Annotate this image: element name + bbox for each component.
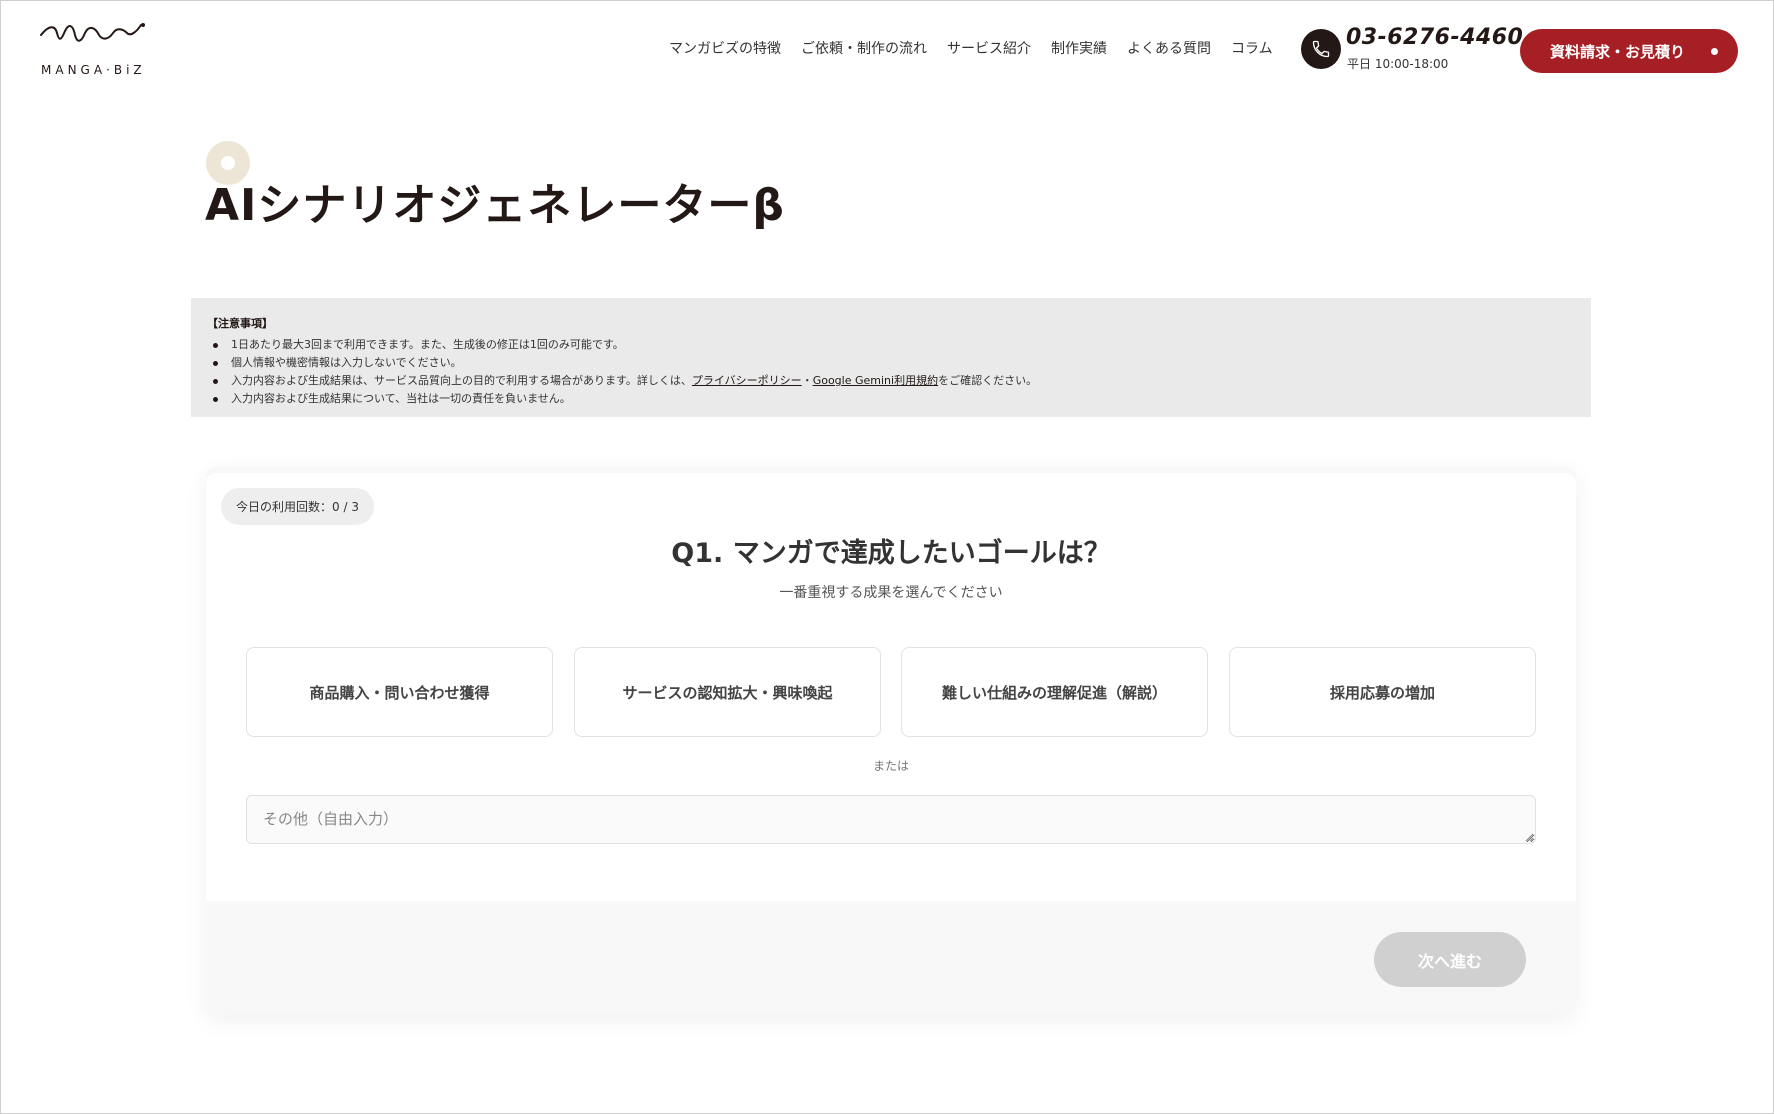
nav-faq[interactable]: よくある質問 — [1117, 38, 1221, 58]
main-nav: マンガビズの特徴 ご依頼・制作の流れ サービス紹介 制作実績 よくある質問 コラ… — [659, 38, 1283, 58]
notice-item: 入力内容および生成結果について、当社は一切の責任を負いません。 — [207, 390, 1575, 408]
notice-item: 1日あたり最大3回まで利用できます。また、生成後の修正は1回のみ可能です。 — [207, 336, 1575, 354]
site-header: MANGA·BiZ マンガビズの特徴 ご依頼・制作の流れ サービス紹介 制作実績… — [1, 1, 1773, 101]
nav-services[interactable]: サービス紹介 — [937, 38, 1041, 58]
option-awareness[interactable]: サービスの認知拡大・興味喚起 — [574, 647, 881, 737]
usage-count-badge: 今日の利用回数：0 / 3 — [221, 488, 374, 525]
notice-item: 個人情報や機密情報は入力しないでください。 — [207, 354, 1575, 372]
notice-item-privacy: 入力内容および生成結果は、サービス品質向上の目的で利用する場合があります。詳しく… — [207, 372, 1575, 390]
free-text-input[interactable] — [246, 795, 1536, 844]
question-title: Q1. マンガで達成したいゴールは？ — [671, 538, 1111, 569]
gemini-terms-link[interactable]: Google Gemini利用規約 — [813, 374, 938, 387]
nav-column[interactable]: コラム — [1221, 38, 1283, 58]
page-title: AIシナリオジェネレーターβ — [205, 180, 785, 231]
phone-glyph-icon — [1312, 40, 1330, 58]
dot-icon — [1711, 48, 1718, 55]
phone-hours: 平日 10:00-18:00 — [1347, 57, 1449, 71]
next-button[interactable]: 次へ進む — [1374, 932, 1526, 987]
notice-privacy-suffix: をご確認ください。 — [938, 374, 1038, 387]
notice-heading: 【注意事項】 — [207, 317, 273, 330]
logo-text: MANGA·BiZ — [41, 63, 146, 77]
notice-box: 【注意事項】 1日あたり最大3回まで利用できます。また、生成後の修正は1回のみ可… — [191, 298, 1591, 417]
option-recruiting[interactable]: 採用応募の増加 — [1229, 647, 1536, 737]
question-subtitle: 一番重視する成果を選んでください — [779, 585, 1003, 601]
or-label: または — [872, 759, 909, 773]
manga-biz-logo[interactable]: MANGA·BiZ — [37, 21, 167, 81]
notice-list: 1日あたり最大3回まで利用できます。また、生成後の修正は1回のみ可能です。 個人… — [207, 336, 1575, 408]
phone-icon[interactable] — [1301, 29, 1341, 69]
logo-signature-icon — [40, 23, 145, 42]
notice-privacy-prefix: 入力内容および生成結果は、サービス品質向上の目的で利用する場合があります。詳しく… — [231, 374, 692, 387]
option-explanation[interactable]: 難しい仕組みの理解促進（解説） — [901, 647, 1208, 737]
request-quote-button[interactable]: 資料請求・お見積り — [1520, 29, 1738, 73]
option-purchase-inquiry[interactable]: 商品購入・問い合わせ獲得 — [246, 647, 553, 737]
nav-works[interactable]: 制作実績 — [1041, 38, 1117, 58]
nav-features[interactable]: マンガビズの特徴 — [659, 38, 791, 58]
title-decoration-dot — [221, 156, 235, 170]
notice-separator: ・ — [801, 374, 813, 387]
nav-flow[interactable]: ご依頼・制作の流れ — [791, 38, 937, 58]
phone-number[interactable]: 03-6276-4460 — [1346, 25, 1523, 50]
resize-grip-icon[interactable] — [1525, 833, 1534, 842]
request-quote-label: 資料請求・お見積り — [1550, 42, 1686, 61]
privacy-policy-link[interactable]: プライバシーポリシー — [692, 374, 802, 387]
